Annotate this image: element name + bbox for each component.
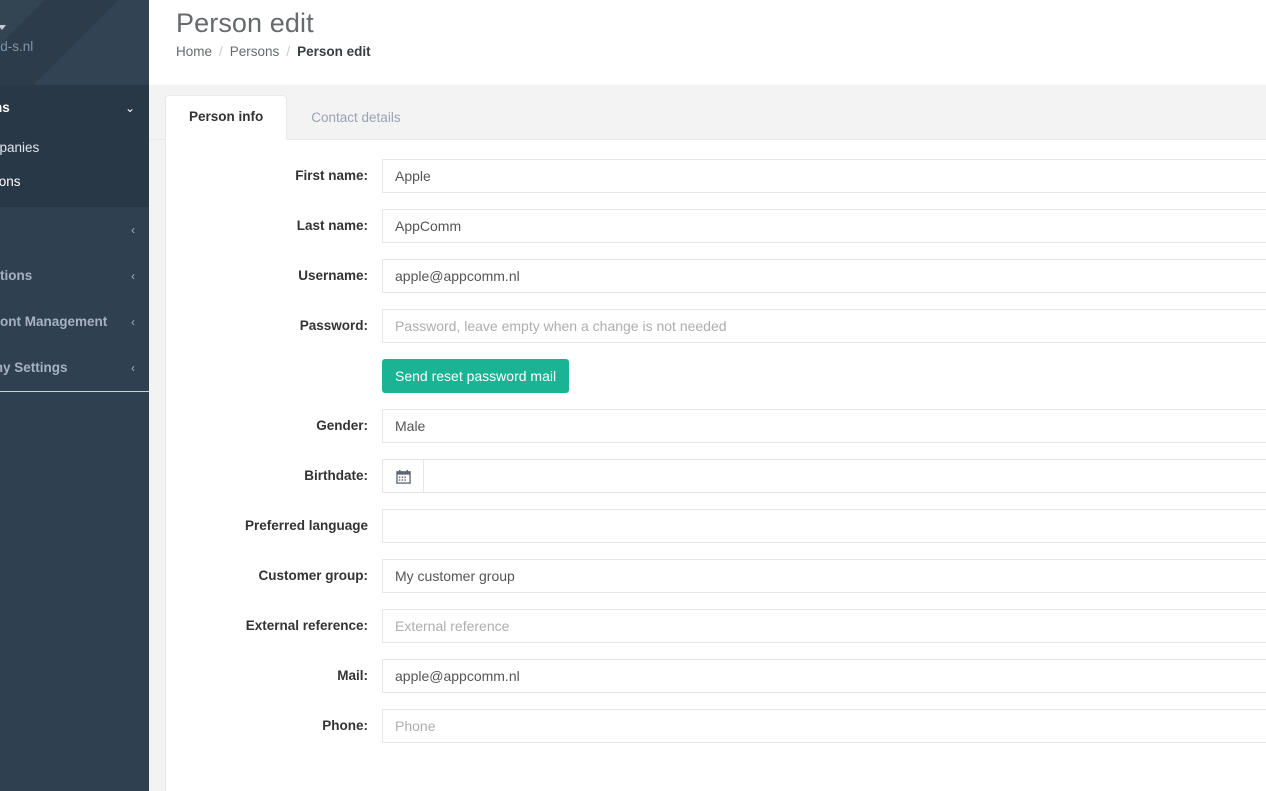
mail-input[interactable] bbox=[382, 659, 1266, 693]
chevron-left-icon: ‹ bbox=[131, 313, 135, 331]
field-row-mail: Mail: bbox=[166, 659, 1266, 693]
sidebar-item-companies[interactable]: Companies bbox=[0, 131, 149, 165]
tab-person-info[interactable]: Person info bbox=[165, 95, 287, 140]
chevron-down-icon: ⌄ bbox=[125, 99, 135, 117]
label-gender: Gender: bbox=[166, 409, 382, 435]
label-last-name: Last name: bbox=[166, 209, 382, 235]
field-reset-password: Send reset password mail bbox=[382, 359, 1266, 393]
breadcrumb-current: Person edit bbox=[297, 44, 371, 59]
sidebar-submenu-relations: Companies Persons bbox=[0, 131, 149, 207]
label-customer-group: Customer group: bbox=[166, 559, 382, 585]
label-external-reference: External reference: bbox=[166, 609, 382, 635]
sidebar-divider bbox=[0, 391, 149, 392]
label-reset-password-spacer bbox=[166, 359, 382, 367]
sidebar-item-relations-label: Relations bbox=[0, 100, 10, 115]
field-row-reset-password: Send reset password mail bbox=[166, 359, 1266, 393]
profile-email: @forward-s.nl bbox=[0, 37, 67, 56]
breadcrumb-separator: / bbox=[219, 44, 223, 59]
sidebar-item-shop-front-management-label: Shop Front Management bbox=[0, 314, 107, 329]
field-username bbox=[382, 259, 1266, 293]
tab-panel-person-info: First name: Last name: Username: bbox=[165, 140, 1266, 791]
field-gender bbox=[382, 409, 1266, 443]
field-row-first-name: First name: bbox=[166, 159, 1266, 193]
sidebar-item-persons[interactable]: Persons bbox=[0, 165, 149, 199]
label-birthdate: Birthdate: bbox=[166, 459, 382, 485]
sidebar-item-company-settings[interactable]: Company Settings ‹ bbox=[0, 345, 149, 391]
field-birthdate bbox=[382, 459, 1266, 493]
chevron-left-icon: ‹ bbox=[131, 359, 135, 377]
label-username: Username: bbox=[166, 259, 382, 285]
field-phone bbox=[382, 709, 1266, 743]
label-phone: Phone: bbox=[166, 709, 382, 735]
send-reset-password-mail-button[interactable]: Send reset password mail bbox=[382, 359, 569, 393]
gender-input[interactable] bbox=[382, 409, 1266, 443]
breadcrumb: Home / Persons / Person edit bbox=[176, 44, 1266, 59]
sidebar-item-company-settings-label: Company Settings bbox=[0, 360, 68, 375]
label-mail: Mail: bbox=[166, 659, 382, 685]
tabs-container: Person info Contact details First name: … bbox=[149, 85, 1266, 791]
birthdate-input[interactable] bbox=[423, 459, 1266, 493]
sidebar-profile[interactable]: Valstra @forward-s.nl bbox=[0, 0, 149, 85]
breadcrumb-home[interactable]: Home bbox=[176, 44, 212, 59]
label-preferred-language: Preferred language bbox=[166, 509, 382, 535]
app-root: Valstra @forward-s.nl Relations ⌄ Compan… bbox=[0, 0, 1266, 791]
sidebar-nav: Relations ⌄ Companies Persons Catalog ‹ … bbox=[0, 85, 149, 391]
sidebar: Valstra @forward-s.nl Relations ⌄ Compan… bbox=[0, 0, 149, 791]
sidebar-item-transactions[interactable]: Transactions ‹ bbox=[0, 253, 149, 299]
preferred-language-input[interactable] bbox=[382, 509, 1266, 543]
phone-input[interactable] bbox=[382, 709, 1266, 743]
tab-contact-details[interactable]: Contact details bbox=[287, 96, 424, 140]
field-row-customer-group: Customer group: bbox=[166, 559, 1266, 593]
birthdate-input-group bbox=[382, 459, 1266, 493]
external-reference-input[interactable] bbox=[382, 609, 1266, 643]
chevron-left-icon: ‹ bbox=[131, 267, 135, 285]
last-name-input[interactable] bbox=[382, 209, 1266, 243]
field-preferred-language bbox=[382, 509, 1266, 543]
field-last-name bbox=[382, 209, 1266, 243]
password-input[interactable] bbox=[382, 309, 1266, 343]
chevron-left-icon: ‹ bbox=[131, 221, 135, 239]
sidebar-item-transactions-label: Transactions bbox=[0, 268, 32, 283]
field-row-last-name: Last name: bbox=[166, 209, 1266, 243]
sidebar-item-shop-front-management[interactable]: Shop Front Management ‹ bbox=[0, 299, 149, 345]
sidebar-item-relations[interactable]: Relations ⌄ Companies Persons bbox=[0, 85, 149, 207]
field-customer-group bbox=[382, 559, 1266, 593]
field-row-external-reference: External reference: bbox=[166, 609, 1266, 643]
tabs-strip: Person info Contact details bbox=[149, 85, 1266, 140]
label-password: Password: bbox=[166, 309, 382, 335]
page-title: Person edit bbox=[176, 0, 1266, 42]
field-row-password: Password: bbox=[166, 309, 1266, 343]
field-external-reference bbox=[382, 609, 1266, 643]
field-row-username: Username: bbox=[166, 259, 1266, 293]
field-row-gender: Gender: bbox=[166, 409, 1266, 443]
sidebar-item-relations-row[interactable]: Relations ⌄ bbox=[0, 85, 149, 131]
sidebar-version: v2.0.12 bbox=[0, 392, 149, 452]
field-row-birthdate: Birthdate: bbox=[166, 459, 1266, 493]
field-row-preferred-language: Preferred language bbox=[166, 509, 1266, 543]
label-first-name: First name: bbox=[166, 159, 382, 185]
calendar-icon[interactable] bbox=[382, 459, 423, 493]
field-password bbox=[382, 309, 1266, 343]
field-first-name bbox=[382, 159, 1266, 193]
breadcrumb-separator: / bbox=[286, 44, 290, 59]
username-input[interactable] bbox=[382, 259, 1266, 293]
field-row-phone: Phone: bbox=[166, 709, 1266, 743]
customer-group-input[interactable] bbox=[382, 559, 1266, 593]
caret-down-icon bbox=[0, 25, 6, 30]
sidebar-item-catalog[interactable]: Catalog ‹ bbox=[0, 207, 149, 253]
profile-name[interactable]: Valstra bbox=[0, 18, 139, 37]
field-mail bbox=[382, 659, 1266, 693]
breadcrumb-persons[interactable]: Persons bbox=[230, 44, 280, 59]
page-header: Person edit Home / Persons / Person edit bbox=[149, 0, 1266, 85]
main-content: Person edit Home / Persons / Person edit Per… bbox=[149, 0, 1266, 791]
first-name-input[interactable] bbox=[382, 159, 1266, 193]
sidebar-inner: Valstra @forward-s.nl Relations ⌄ Compan… bbox=[0, 0, 149, 452]
